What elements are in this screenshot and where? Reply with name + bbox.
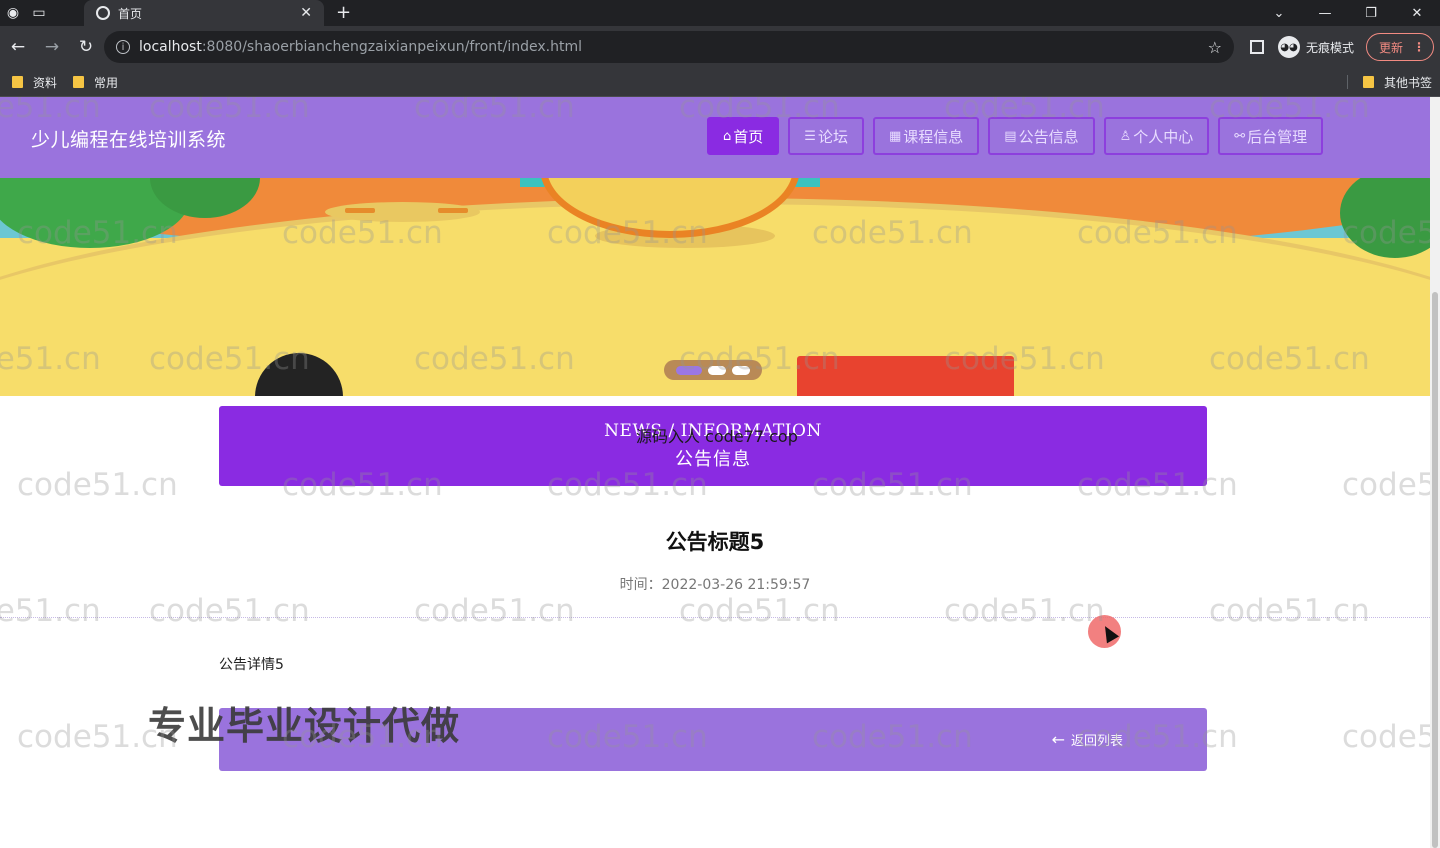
main-nav: ⌂ 首页 ☰ 论坛 ▦ 课程信息 ▤ 公告信息 ♙ 个人中心 ⚯ 后台管理 — [707, 117, 1324, 155]
notice-detail: 公告详情5 — [219, 657, 284, 673]
info-icon[interactable]: i — [116, 40, 130, 54]
update-label: 更新 — [1378, 40, 1403, 55]
forward-arrow-icon[interactable]: → — [36, 31, 68, 63]
watermark: code51.cn — [1342, 719, 1430, 755]
chevron-down-icon[interactable]: ⌄ — [1256, 0, 1302, 26]
site-title: 少儿编程在线培训系统 — [31, 129, 227, 151]
page-viewport: 少儿编程在线培训系统 ⌂ 首页 ☰ 论坛 ▦ 课程信息 ▤ 公告信息 ♙ 个人中… — [0, 97, 1430, 848]
back-to-list-button[interactable]: ← 返回列表 — [1052, 730, 1123, 749]
arrow-left-icon: ← — [1051, 730, 1065, 749]
promo-watermark: 专业毕业设计代做 — [148, 704, 461, 748]
tab-title: 首页 — [118, 6, 143, 21]
url-host: localhost — [139, 39, 202, 55]
nav-course[interactable]: ▦ 课程信息 — [872, 117, 980, 155]
other-bookmarks-label: 其他书签 — [1383, 75, 1432, 90]
nav-label: 公告信息 — [1018, 127, 1079, 146]
carousel-indicators — [664, 360, 762, 380]
close-window-icon[interactable]: ✕ — [1394, 0, 1440, 26]
link-icon: ⚯ — [1234, 128, 1246, 144]
banner-carousel[interactable] — [0, 178, 1430, 396]
bookmark-star-icon[interactable]: ☆ — [1208, 38, 1222, 57]
close-tab-icon[interactable]: ✕ — [300, 5, 312, 21]
folder-icon — [12, 76, 23, 88]
time-value: 2022-03-26 21:59:57 — [661, 577, 811, 593]
globe-icon — [96, 6, 110, 20]
nav-home[interactable]: ⌂ 首页 — [707, 117, 780, 155]
nav-notice[interactable]: ▤ 公告信息 — [988, 117, 1095, 155]
divider — [0, 617, 1430, 618]
user-icon: ♙ — [1119, 128, 1132, 144]
watermark: code51.cn — [679, 593, 840, 629]
page-scrollbar[interactable] — [1430, 97, 1440, 848]
watermark: code51.cn — [17, 467, 178, 503]
home-icon: ⌂ — [723, 128, 732, 144]
banner-feet — [345, 208, 375, 213]
notice-icon: ▤ — [1004, 128, 1017, 144]
browser-tab[interactable]: 首页 ✕ — [84, 0, 324, 26]
browser-toolbar: ← → ↻ i localhost:8080/shaoerbianchengza… — [0, 26, 1440, 68]
incognito-icon: ◕◕ — [1277, 36, 1300, 58]
bookmarks-bar: 资料 常用 其他书签 — [0, 68, 1440, 97]
watermark: code51.cn — [944, 593, 1105, 629]
watermark: code51.cn — [1342, 467, 1430, 503]
source-overlay-text: 源码入人 code77.cop — [636, 427, 798, 446]
folder-icon — [1362, 76, 1374, 88]
tab-search-icon[interactable]: ▭ — [26, 0, 52, 26]
carousel-dot-active[interactable] — [676, 365, 702, 375]
forum-icon: ☰ — [804, 128, 816, 144]
banner-leaf — [1340, 178, 1430, 258]
carousel-dot[interactable] — [708, 365, 726, 375]
watermark: code51.cn — [1209, 593, 1370, 629]
bookmark-label: 资料 — [33, 75, 58, 90]
nav-label: 后台管理 — [1247, 127, 1308, 146]
new-tab-icon[interactable]: + — [336, 0, 351, 26]
side-panel-icon[interactable] — [1249, 40, 1264, 54]
notice-time: 时间：2022-03-26 21:59:57 — [0, 574, 1430, 594]
watermark: code51.cn — [149, 593, 310, 629]
nav-label: 论坛 — [817, 127, 848, 146]
url-path: :8080/shaoerbianchengzaixianpeixun/front… — [201, 39, 583, 55]
scrollbar-thumb[interactable] — [1432, 292, 1438, 848]
time-label: 时间： — [619, 577, 662, 593]
watermark: code51.cn — [414, 593, 575, 629]
window-controls: ⌄ — ❐ ✕ — [1256, 0, 1440, 26]
back-arrow-icon[interactable]: ← — [2, 31, 34, 63]
bookmark-folder-common[interactable]: 常用 — [73, 74, 118, 91]
banner-feet — [438, 208, 468, 213]
section-title-cn: 公告信息 — [675, 449, 751, 470]
bookmark-folder-docs[interactable]: 资料 — [12, 74, 57, 91]
watermark: code51.cn — [0, 593, 101, 629]
nav-forum[interactable]: ☰ 论坛 — [788, 117, 864, 155]
bookmark-separator — [1347, 75, 1348, 89]
incognito-indicator[interactable]: ◕◕ 无痕模式 — [1277, 36, 1354, 58]
update-button[interactable]: 更新 ⋮ — [1365, 33, 1434, 61]
nav-label: 个人中心 — [1133, 127, 1194, 146]
bookmark-label: 常用 — [94, 75, 119, 90]
back-label: 返回列表 — [1070, 734, 1123, 749]
folder-icon — [73, 76, 85, 88]
browser-tab-bar: ◉ ▭ 首页 ✕ + ⌄ — ❐ ✕ — [0, 0, 1440, 26]
other-bookmarks[interactable]: 其他书签 — [1362, 68, 1432, 96]
carousel-dot[interactable] — [732, 365, 750, 375]
banner-red-box — [797, 356, 1014, 396]
restore-icon[interactable]: ❐ — [1348, 0, 1394, 26]
more-menu-icon[interactable]: ⋮ — [1413, 40, 1425, 54]
notice-title: 公告标题5 — [665, 530, 765, 554]
address-bar[interactable]: i localhost:8080/shaoerbianchengzaixianp… — [104, 31, 1234, 63]
minimize-icon[interactable]: — — [1302, 0, 1348, 26]
nav-label: 首页 — [733, 127, 764, 146]
nav-admin[interactable]: ⚯ 后台管理 — [1218, 117, 1324, 155]
site-header: 少儿编程在线培训系统 ⌂ 首页 ☰ 论坛 ▦ 课程信息 ▤ 公告信息 ♙ 个人中… — [0, 97, 1430, 178]
nav-user-center[interactable]: ♙ 个人中心 — [1103, 117, 1210, 155]
nav-label: 课程信息 — [903, 127, 964, 146]
course-icon: ▦ — [888, 128, 902, 144]
browser-menu-icon[interactable]: ◉ — [0, 0, 26, 26]
reload-icon[interactable]: ↻ — [70, 31, 102, 63]
incognito-label: 无痕模式 — [1305, 40, 1354, 55]
